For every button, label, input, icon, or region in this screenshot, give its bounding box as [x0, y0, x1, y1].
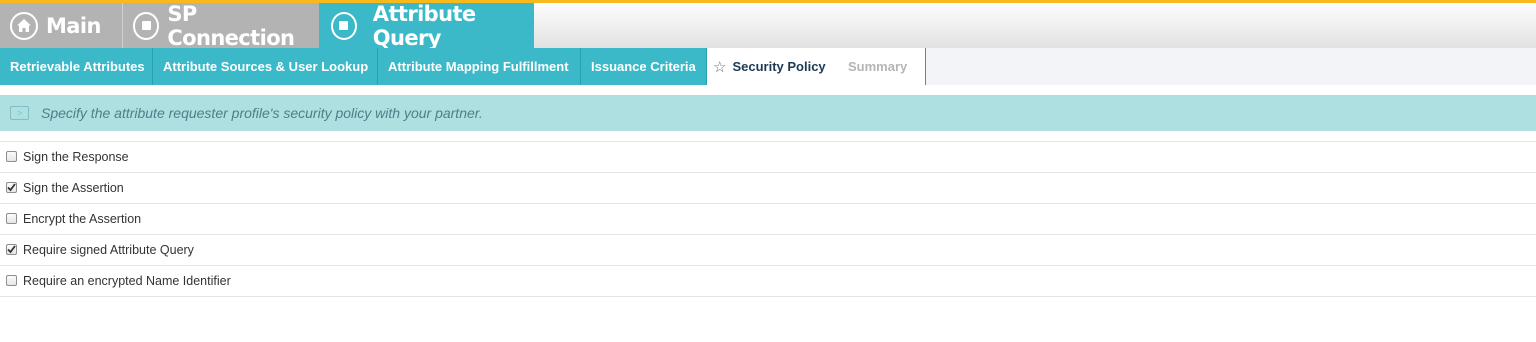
star-icon: ☆ — [713, 58, 727, 76]
tab-attribute-sources-user-lookup[interactable]: Attribute Sources & User Lookup — [153, 48, 378, 85]
tab-issuance-criteria[interactable]: Issuance Criteria — [581, 48, 707, 85]
banner-text: Specify the attribute requester profile'… — [41, 105, 483, 121]
option-label[interactable]: Sign the Assertion — [23, 181, 124, 195]
tab-label: Summary — [848, 59, 908, 74]
require-signed-attribute-query-checkbox[interactable] — [6, 243, 17, 255]
option-label[interactable]: Sign the Response — [23, 150, 129, 164]
sign-response-checkbox[interactable] — [6, 150, 17, 162]
option-encrypt-assertion: Encrypt the Assertion — [0, 204, 1536, 235]
option-label[interactable]: Require an encrypted Name Identifier — [23, 274, 231, 288]
stop-icon — [133, 11, 160, 40]
breadcrumb-main[interactable]: Main — [0, 3, 123, 48]
home-icon — [10, 11, 38, 40]
security-policy-options: Sign the Response Sign the Assertion Enc… — [0, 141, 1536, 297]
tab-label: Security Policy — [732, 59, 826, 74]
breadcrumb-attribute-query[interactable]: Attribute Query — [319, 1, 534, 50]
option-sign-assertion: Sign the Assertion — [0, 173, 1536, 204]
breadcrumb-sp-connection[interactable]: SP Connection — [123, 1, 319, 50]
option-label[interactable]: Require signed Attribute Query — [23, 243, 194, 257]
require-encrypted-name-identifier-checkbox[interactable] — [6, 274, 17, 286]
breadcrumb-main-label: Main — [46, 13, 101, 38]
tab-security-policy[interactable]: ☆ Security Policy — [707, 48, 838, 85]
stop-icon — [331, 11, 357, 40]
info-banner: > Specify the attribute requester profil… — [0, 95, 1536, 131]
info-panel-icon: > — [10, 106, 29, 120]
tab-label: Retrievable Attributes — [10, 59, 145, 74]
tab-label: Attribute Mapping Fulfillment — [388, 59, 569, 74]
tab-summary: Summary — [838, 48, 926, 85]
subtab-bar: Retrievable Attributes Attribute Sources… — [0, 48, 1536, 85]
tab-label: Issuance Criteria — [591, 59, 696, 74]
option-label[interactable]: Encrypt the Assertion — [23, 212, 141, 226]
tab-attribute-mapping-fulfillment[interactable]: Attribute Mapping Fulfillment — [378, 48, 581, 85]
option-require-encrypted-name-identifier: Require an encrypted Name Identifier — [0, 266, 1536, 297]
breadcrumb-attribute-query-label: Attribute Query — [372, 1, 476, 50]
option-sign-response: Sign the Response — [0, 142, 1536, 173]
tab-retrievable-attributes[interactable]: Retrievable Attributes — [0, 48, 153, 85]
option-require-signed-attribute-query: Require signed Attribute Query — [0, 235, 1536, 266]
encrypt-assertion-checkbox[interactable] — [6, 212, 17, 224]
breadcrumb: Main SP Connection Attribute Query — [0, 1, 1536, 50]
tab-label: Attribute Sources & User Lookup — [163, 59, 369, 74]
sign-assertion-checkbox[interactable] — [6, 181, 17, 193]
breadcrumb-sp-connection-label: SP Connection — [167, 1, 295, 50]
